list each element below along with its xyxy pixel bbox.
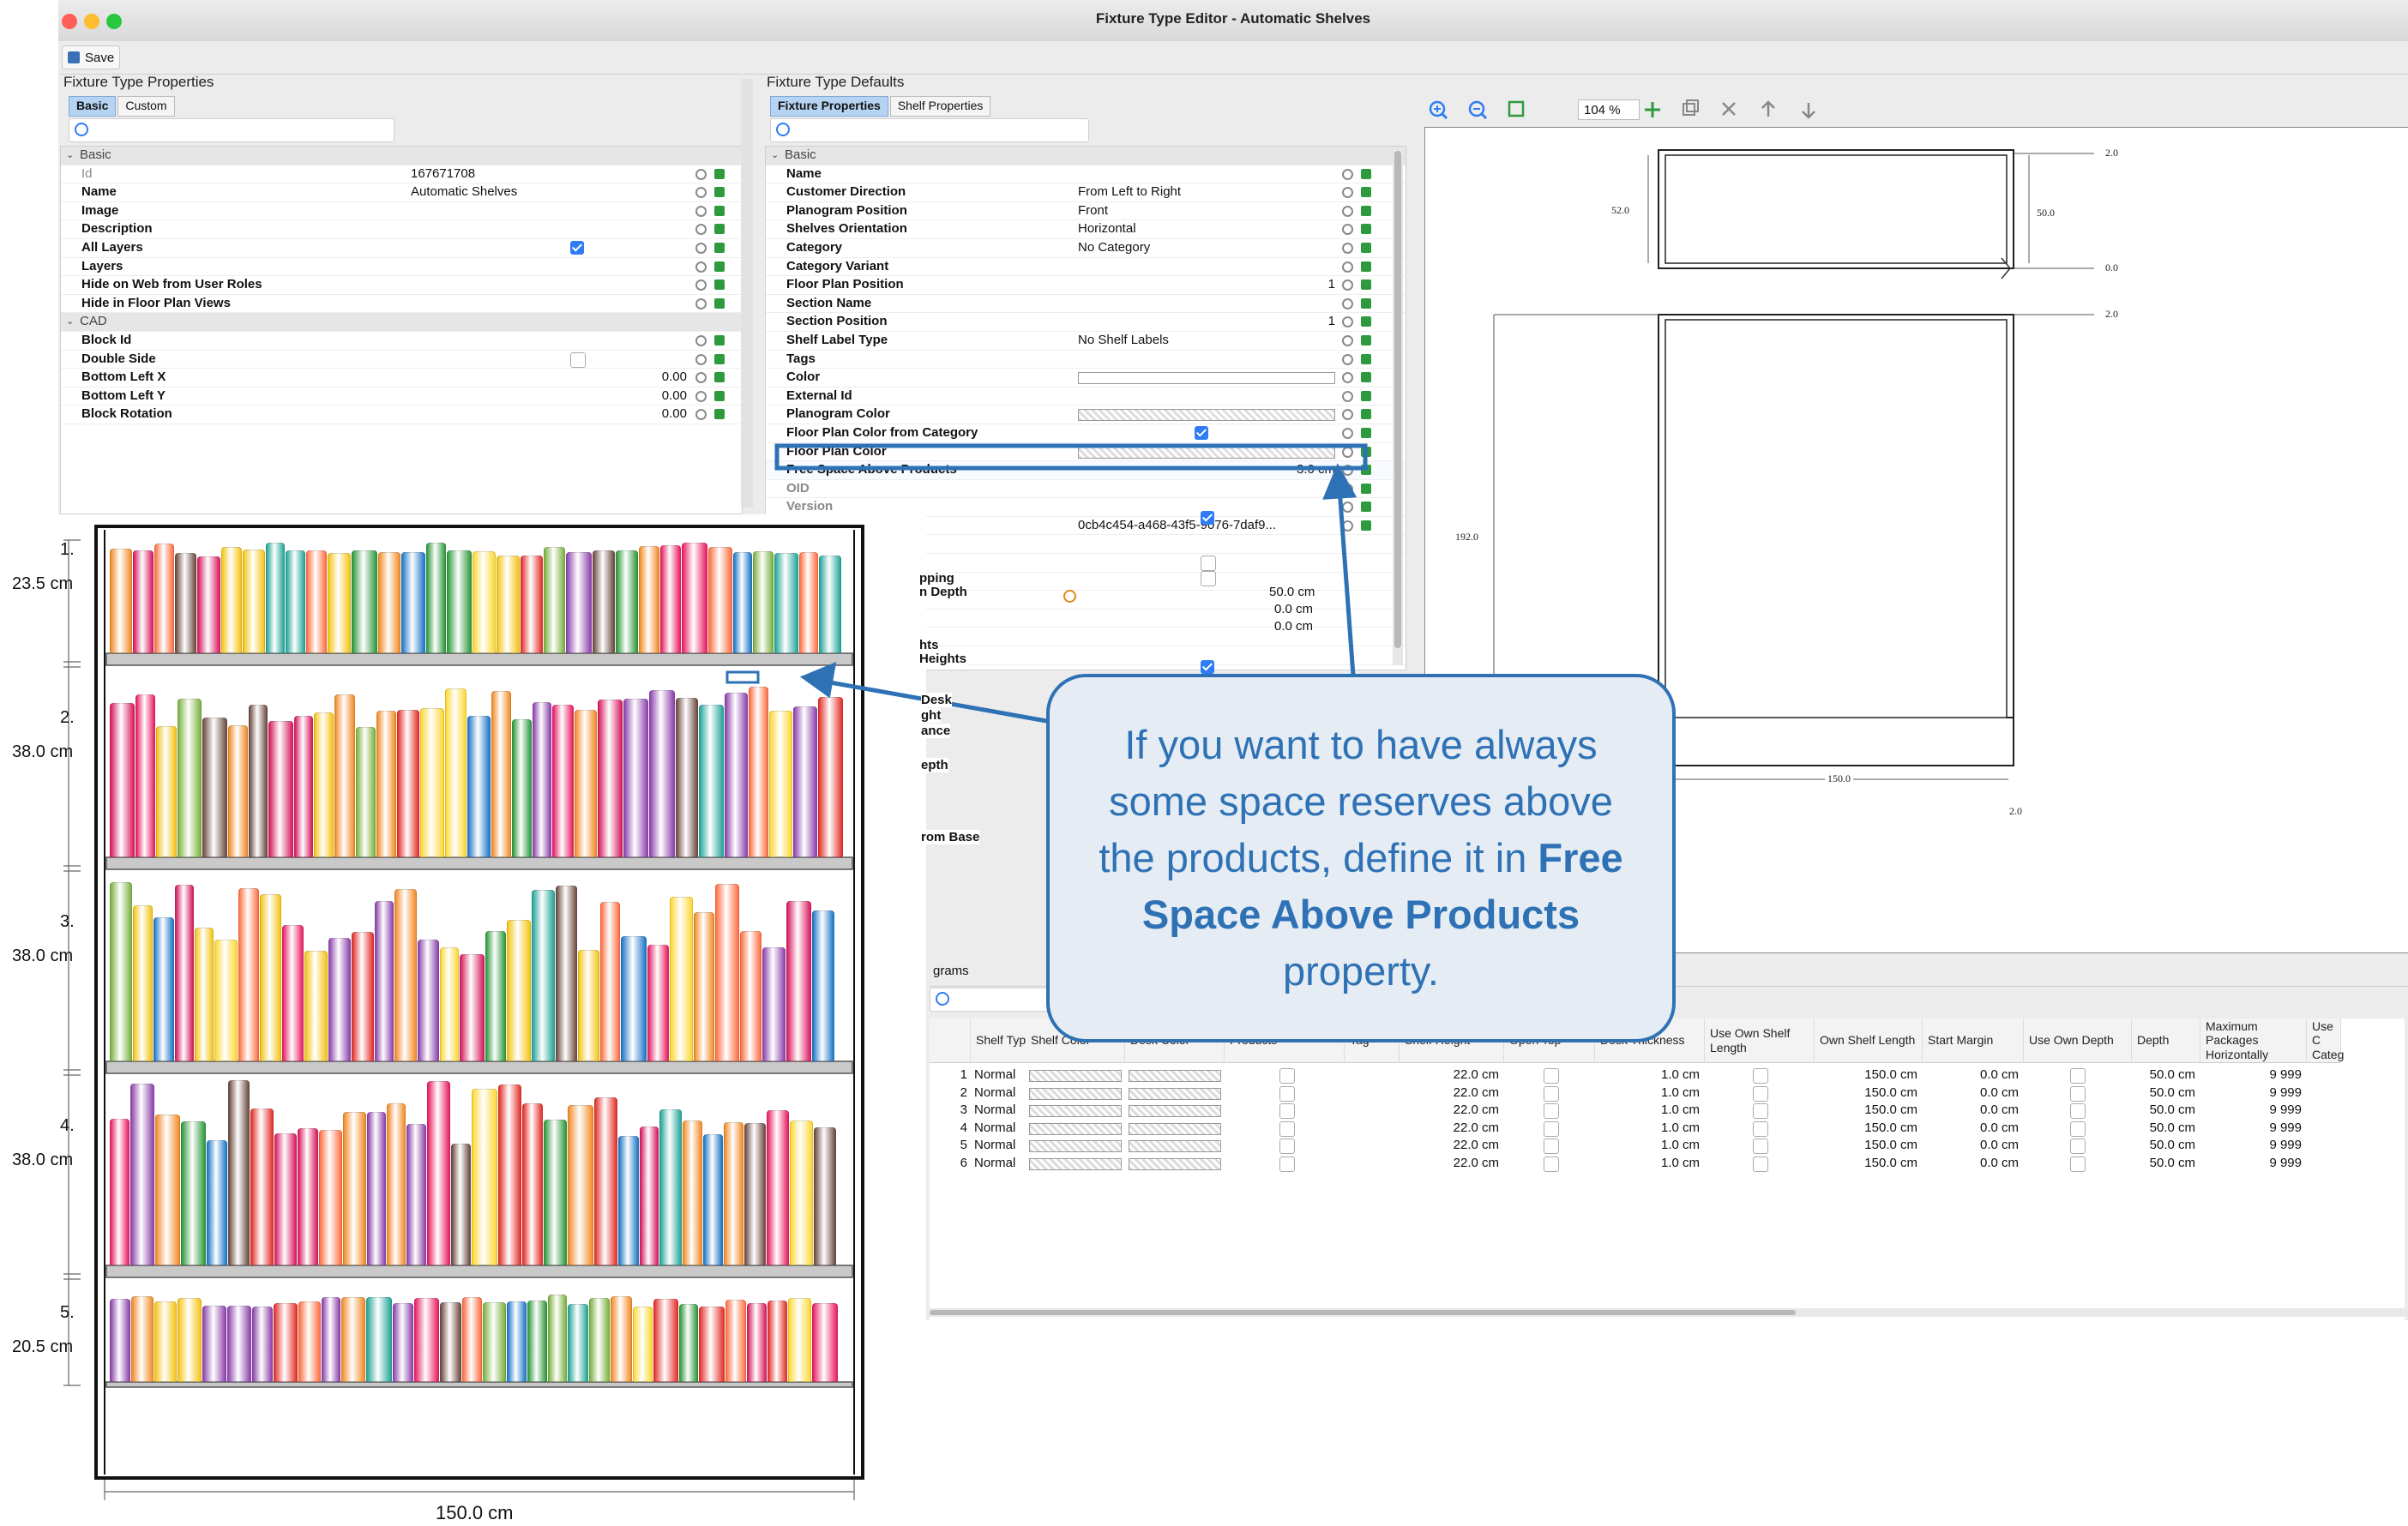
partial-property-value: 0.0 cm	[1274, 619, 1314, 634]
property-checkbox[interactable]	[1201, 660, 1214, 674]
partial-property-key: ght	[921, 708, 942, 723]
callout-bubble: If you want to have always some space re…	[1046, 674, 1676, 1042]
partial-property-key: Heights	[919, 652, 967, 666]
callout-text: If you want to have always some space re…	[1084, 717, 1638, 1000]
property-checkbox[interactable]	[1201, 511, 1214, 525]
partial-property-key: ance	[921, 724, 951, 738]
partial-property-key: hts	[919, 638, 939, 652]
clock-icon	[1063, 590, 1076, 603]
partial-property-key: pping	[919, 571, 954, 586]
property-checkbox[interactable]	[1201, 556, 1216, 571]
arrow-to-property	[1337, 488, 1356, 676]
partial-property-key: n Depth	[919, 585, 967, 599]
partial-property-key: Desk	[921, 693, 952, 707]
property-checkbox[interactable]	[1201, 571, 1216, 586]
partial-property-value: 50.0 cm	[1269, 585, 1315, 599]
callout-text-intro: If you want to have always some space re…	[1099, 722, 1613, 880]
partial-property-key: rom Base	[921, 830, 980, 844]
free-space-row-highlight	[774, 443, 1368, 471]
callout-text-end: property.	[1283, 948, 1439, 994]
partial-property-value: 0.0 cm	[1274, 602, 1314, 616]
partial-property-key: epth	[921, 758, 948, 772]
